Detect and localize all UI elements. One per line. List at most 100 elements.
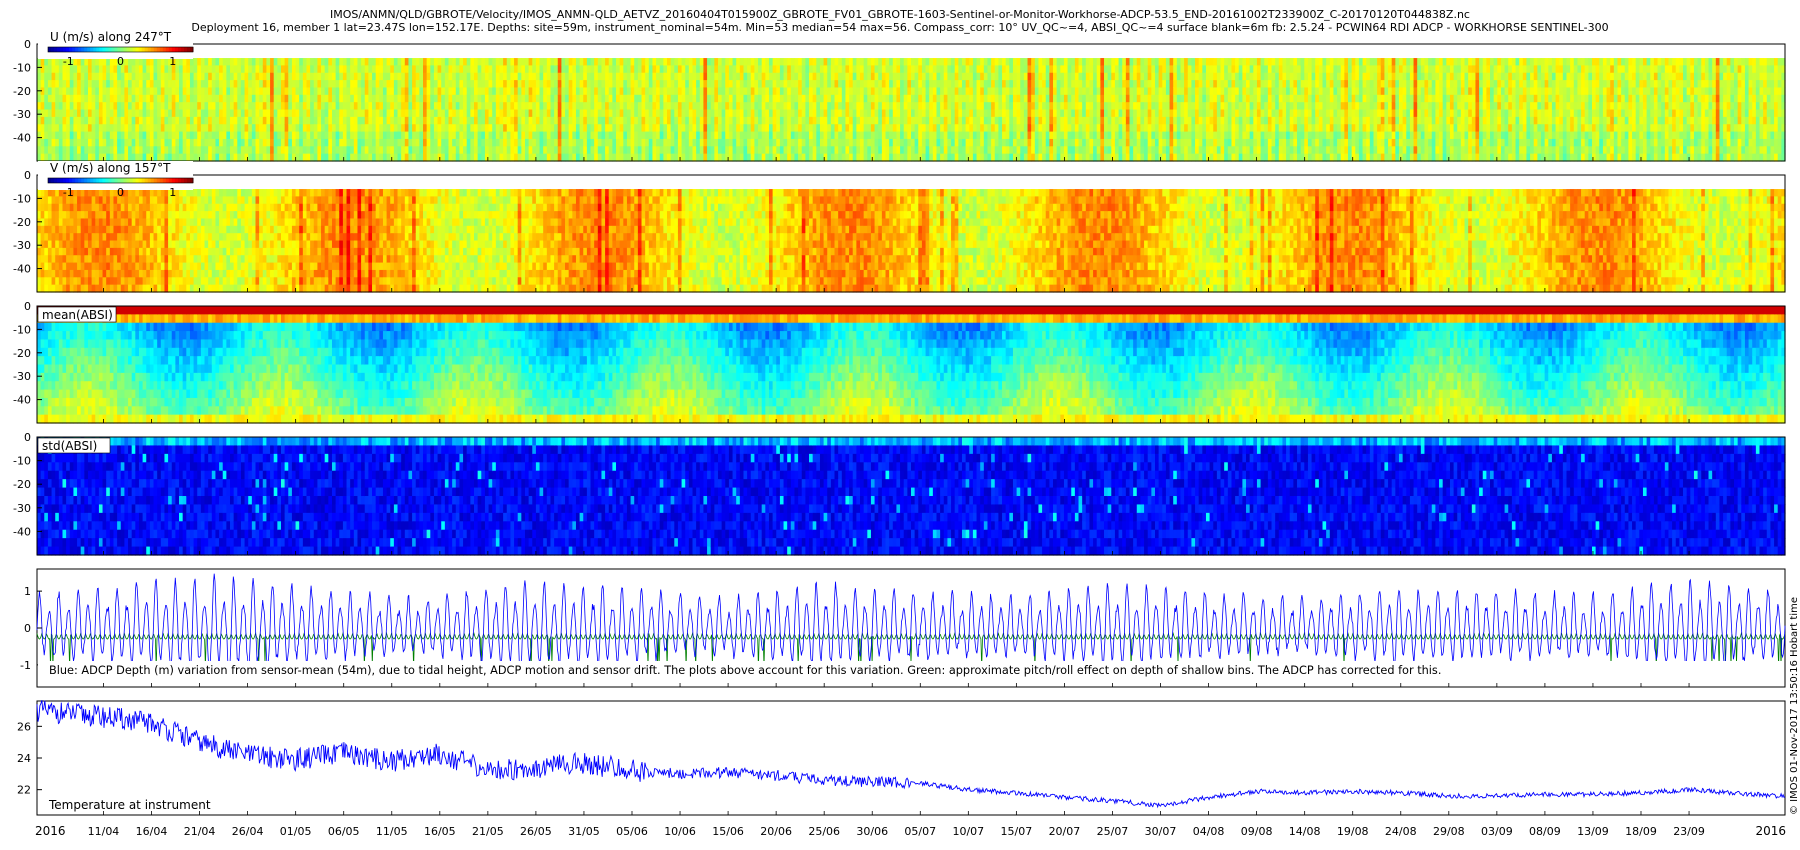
heatmap-cell [682, 102, 686, 110]
heatmap-cell [139, 110, 143, 118]
heatmap-cell [347, 65, 351, 73]
heatmap-cell [306, 132, 310, 140]
heatmap-cell [754, 154, 758, 162]
heatmap-cell [390, 132, 394, 140]
heatmap-cell [718, 102, 722, 110]
heatmap-cell [299, 95, 303, 103]
heatmap-cell [256, 117, 260, 125]
heatmap-cell [103, 65, 107, 73]
heatmap-cell [627, 102, 631, 110]
heatmap-cell [139, 102, 143, 110]
heatmap-cell [496, 110, 500, 118]
heatmap-cell [55, 102, 59, 110]
heatmap-cell [507, 80, 511, 88]
heatmap-cell [831, 117, 835, 125]
heatmap-column [62, 58, 66, 162]
heatmap-cell [354, 102, 358, 110]
heatmap-cell [245, 65, 249, 73]
heatmap-cell [449, 65, 453, 73]
heatmap-cell [434, 102, 438, 110]
heatmap-cell [838, 146, 842, 154]
heatmap-cell [554, 124, 558, 132]
heatmap-cell [660, 110, 664, 118]
heatmap-cell [237, 117, 241, 125]
heatmap-cell [303, 132, 307, 140]
heatmap-cell [499, 124, 503, 132]
heatmap-cell [310, 58, 314, 66]
heatmap-cell [663, 73, 667, 81]
heatmap-cell [685, 102, 689, 110]
heatmap-cell [638, 102, 642, 110]
heatmap-cell [765, 80, 769, 88]
heatmap-cell [88, 87, 92, 95]
heatmap-cell [128, 146, 132, 154]
heatmap-cell [77, 117, 81, 125]
heatmap-cell [296, 73, 300, 81]
heatmap-cell [601, 139, 605, 147]
heatmap-cell [751, 139, 755, 147]
heatmap-cell [561, 95, 565, 103]
heatmap-cell [601, 132, 605, 140]
heatmap-cell [714, 154, 718, 162]
heatmap-cell [594, 58, 598, 66]
heatmap-cell [550, 124, 554, 132]
heatmap-cell [146, 146, 150, 154]
heatmap-cell [700, 139, 704, 147]
heatmap-cell [277, 80, 281, 88]
heatmap-cell [372, 124, 376, 132]
heatmap-cell [168, 73, 172, 81]
heatmap-cell [124, 87, 128, 95]
heatmap-cell [237, 87, 241, 95]
heatmap-cell [835, 87, 839, 95]
heatmap-cell [186, 58, 190, 66]
heatmap-cell [245, 146, 249, 154]
heatmap-cell [186, 65, 190, 73]
heatmap-cell [711, 117, 715, 125]
heatmap-cell [594, 132, 598, 140]
heatmap-cell [179, 58, 183, 66]
heatmap-column [430, 58, 434, 162]
heatmap-cell [339, 80, 343, 88]
heatmap-cell [802, 95, 806, 103]
heatmap-cell [154, 102, 158, 110]
heatmap-cell [357, 146, 361, 154]
heatmap-column [459, 58, 463, 162]
heatmap-cell [277, 117, 281, 125]
heatmap-cell [52, 73, 56, 81]
heatmap-column [572, 58, 576, 162]
heatmap-cell [547, 139, 551, 147]
heatmap-cell [285, 95, 289, 103]
heatmap-cell [652, 117, 656, 125]
heatmap-cell [518, 65, 522, 73]
heatmap-cell [459, 154, 463, 162]
heatmap-cell [623, 58, 627, 66]
heatmap-cell [481, 132, 485, 140]
heatmap-cell [514, 146, 518, 154]
heatmap-column [492, 58, 496, 162]
heatmap-column [103, 58, 107, 162]
heatmap-column [784, 58, 788, 162]
heatmap-cell [292, 110, 296, 118]
heatmap-cell [230, 102, 234, 110]
heatmap-cell [558, 58, 562, 66]
heatmap-cell [784, 65, 788, 73]
heatmap-cell [372, 117, 376, 125]
heatmap-cell [427, 124, 431, 132]
heatmap-cell [135, 87, 139, 95]
heatmap-cell [780, 65, 784, 73]
heatmap-cell [270, 58, 274, 66]
heatmap-cell [387, 95, 391, 103]
heatmap-cell [383, 146, 387, 154]
heatmap-cell [736, 139, 740, 147]
heatmap-cell [842, 95, 846, 103]
heatmap-cell [561, 87, 565, 95]
heatmap-cell [809, 95, 813, 103]
heatmap-cell [802, 110, 806, 118]
heatmap-cell [175, 146, 179, 154]
heatmap-cell [478, 87, 482, 95]
heatmap-cell [347, 73, 351, 81]
heatmap-cell [423, 117, 427, 125]
heatmap-cell [525, 87, 529, 95]
heatmap-cell [849, 73, 853, 81]
heatmap-cell [408, 73, 412, 81]
